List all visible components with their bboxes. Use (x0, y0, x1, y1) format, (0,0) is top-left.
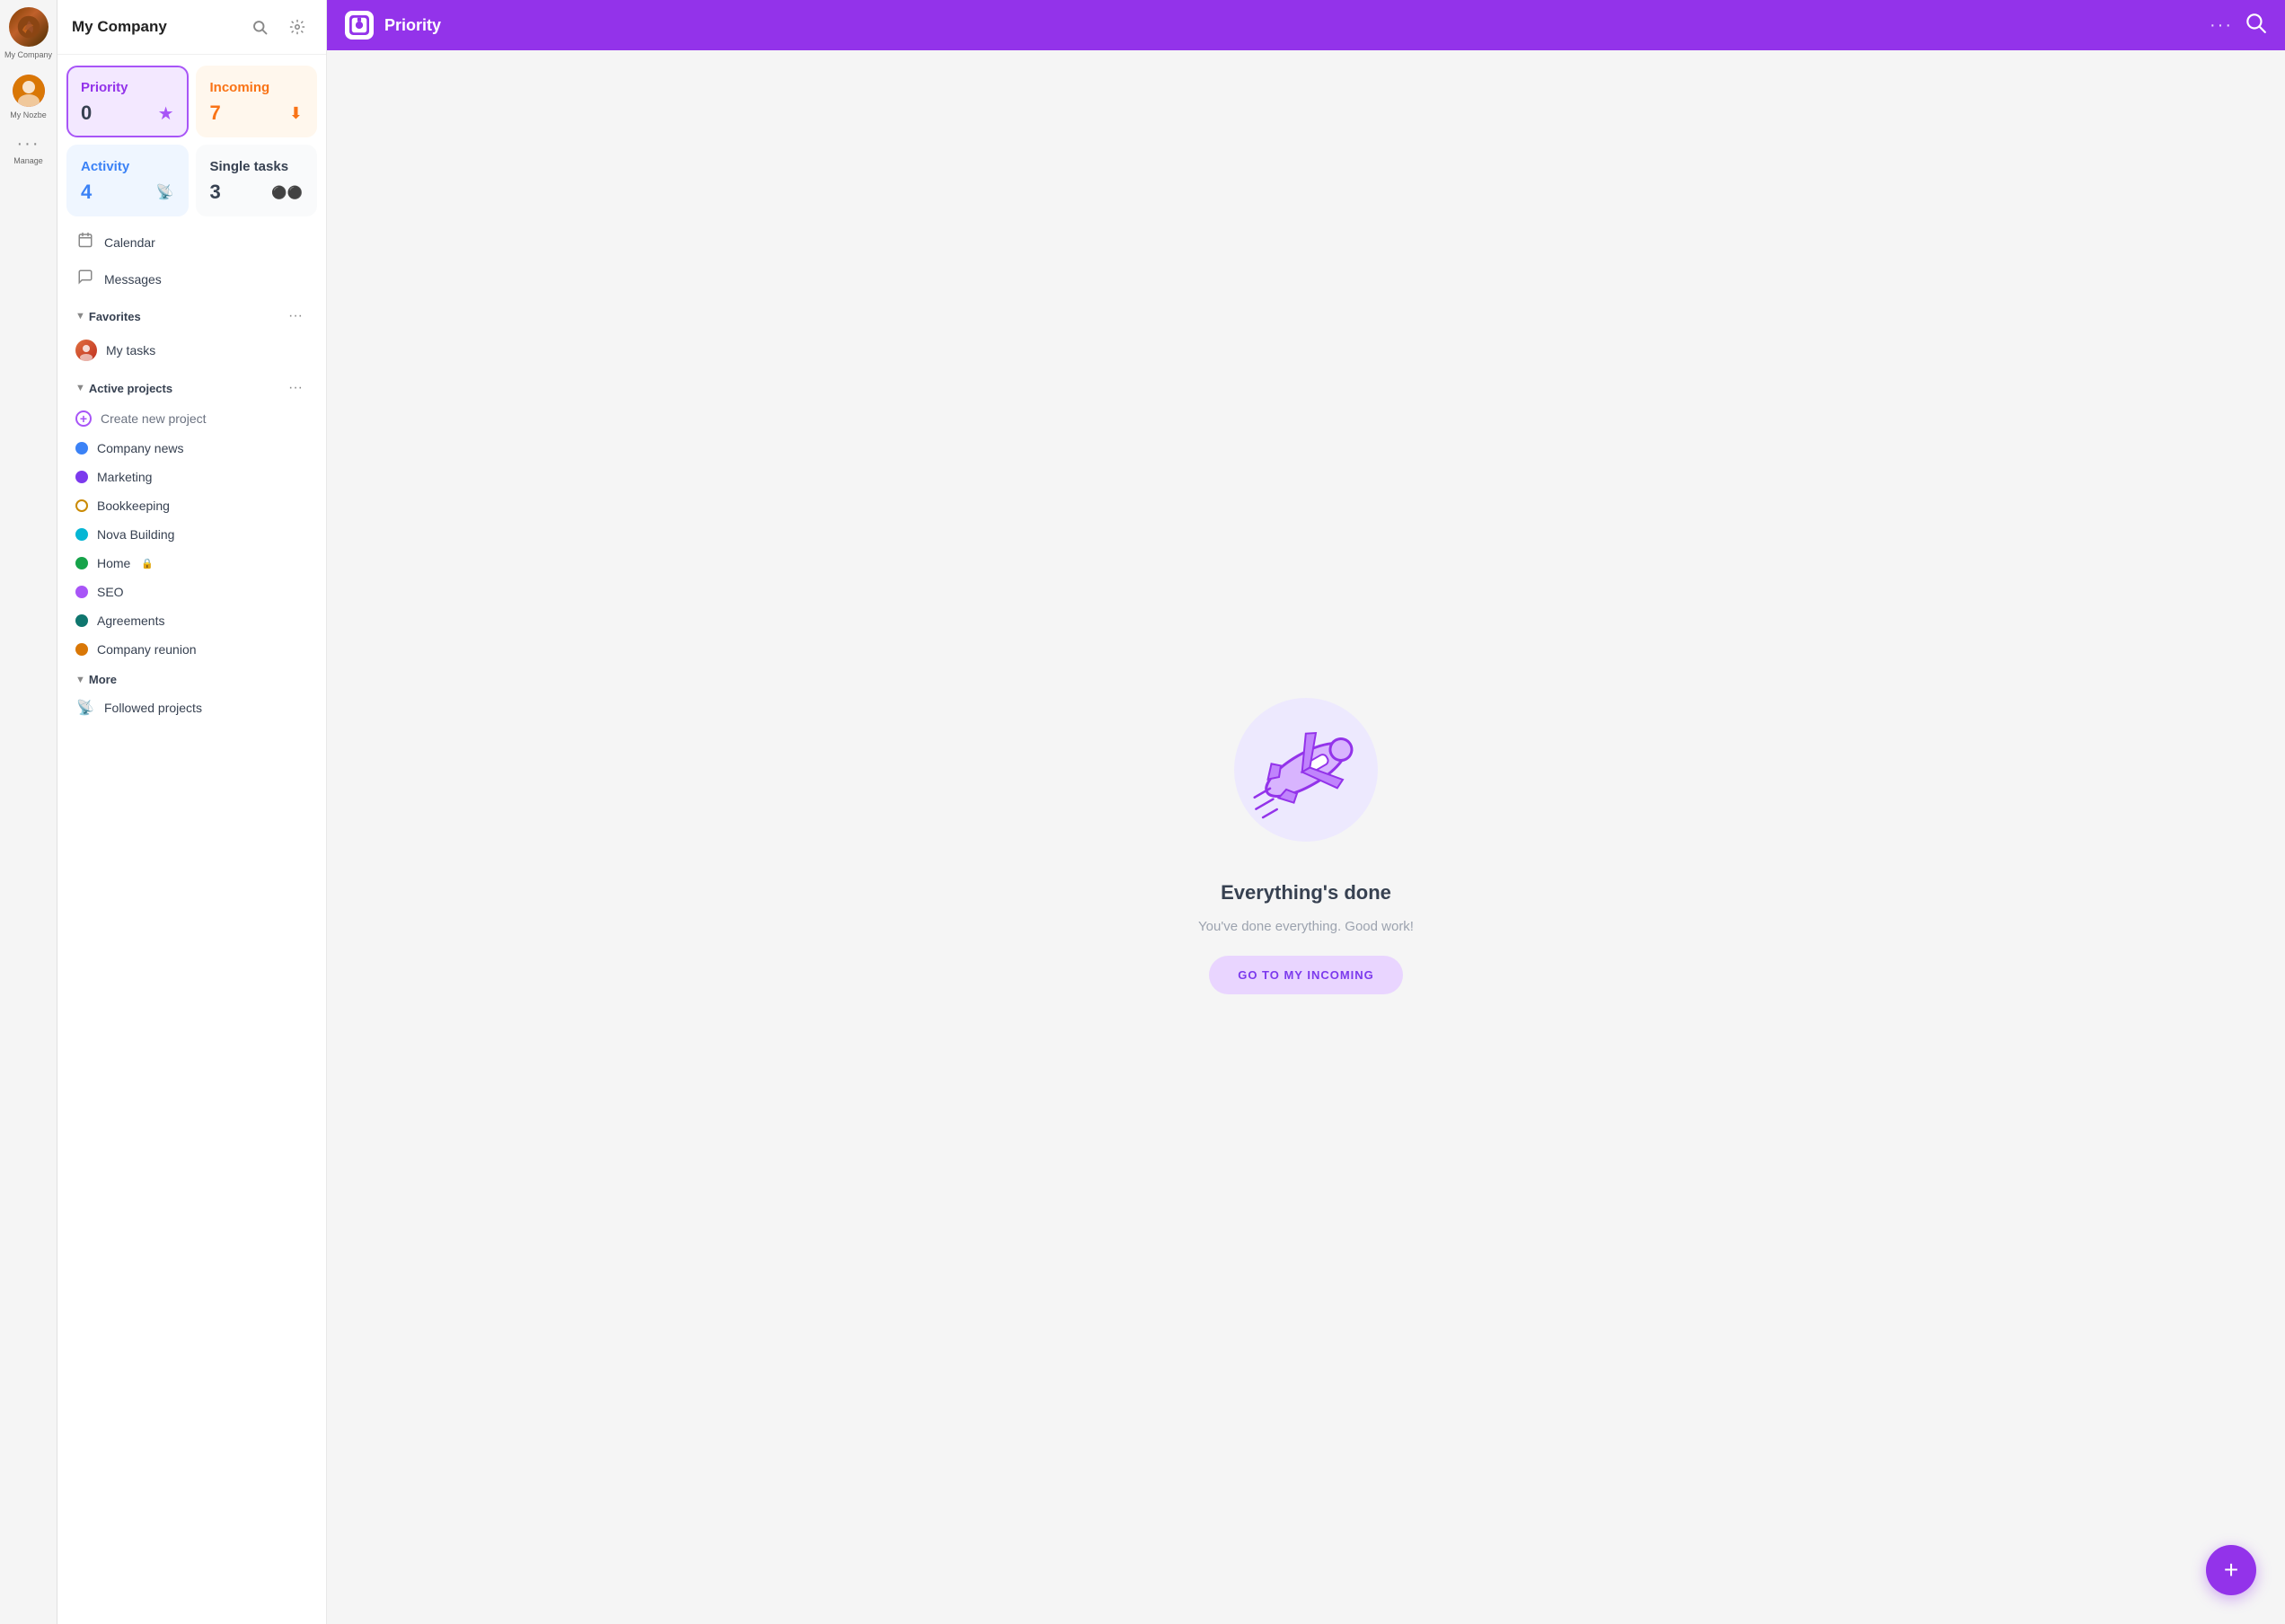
user-avatar[interactable] (13, 75, 45, 107)
search-button[interactable] (245, 13, 274, 41)
create-project-label: Create new project (101, 411, 207, 426)
active-projects-section-title: Active projects (89, 382, 279, 395)
project-label: Company reunion (97, 642, 197, 657)
project-dot (75, 528, 88, 541)
more-section-title: More (89, 673, 308, 686)
topbar-more-button[interactable]: ··· (2210, 15, 2233, 36)
project-item-marketing[interactable]: Marketing (66, 463, 317, 491)
project-label: Bookkeeping (97, 499, 170, 513)
create-project-icon: + (75, 410, 92, 427)
lock-icon: 🔒 (141, 558, 154, 569)
more-chevron-icon: ▼ (75, 675, 85, 685)
go-to-incoming-button[interactable]: GO TO MY INCOMING (1209, 956, 1403, 994)
favorites-section-header[interactable]: ▼ Favorites ··· (66, 297, 317, 331)
airplane-illustration (1225, 689, 1387, 851)
sidebar-title: My Company (72, 18, 167, 36)
nav-item-calendar[interactable]: Calendar (66, 224, 317, 260)
project-dot (75, 586, 88, 598)
company-avatar[interactable] (9, 7, 49, 47)
my-tasks-label: My tasks (106, 343, 155, 357)
project-label: Agreements (97, 613, 164, 628)
priority-card-count: 0 (81, 102, 92, 125)
project-dot (75, 614, 88, 627)
incoming-arrow-icon: ⬇ (289, 104, 303, 123)
nav-messages-label: Messages (104, 272, 162, 287)
more-section-header[interactable]: ▼ More (66, 664, 317, 692)
project-dot (75, 557, 88, 569)
company-label: My Company (4, 50, 52, 60)
settings-button[interactable] (283, 13, 312, 41)
project-label: Company news (97, 441, 184, 455)
followed-projects-icon: 📡 (75, 699, 95, 717)
project-label: Home (97, 556, 130, 570)
main-content: Priority ··· (327, 0, 2285, 1624)
sidebar-content: Priority 0 ★ Incoming 7 ⬇ Activity 4 📡 (57, 55, 326, 1624)
empty-illustration (1216, 680, 1396, 860)
activity-card-count: 4 (81, 181, 92, 204)
fab-add-button[interactable]: + (2206, 1545, 2256, 1595)
project-item-seo[interactable]: SEO (66, 578, 317, 606)
sidebar-header-actions (245, 13, 312, 41)
sidebar-item-my-tasks[interactable]: My tasks (66, 331, 317, 369)
single-tasks-card-count: 3 (210, 181, 221, 204)
project-label: Nova Building (97, 527, 174, 542)
sidebar-header: My Company (57, 0, 326, 55)
nav-item-messages[interactable]: Messages (66, 260, 317, 297)
sidebar: My Company Priority 0 (57, 0, 327, 1624)
project-label: SEO (97, 585, 124, 599)
activity-card[interactable]: Activity 4 📡 (66, 145, 189, 216)
topbar-app-icon (345, 11, 374, 40)
active-projects-section-header[interactable]: ▼ Active projects ··· (66, 369, 317, 403)
single-tasks-dots-icon: ⚫⚫ (271, 185, 303, 200)
active-projects-chevron-icon: ▼ (75, 383, 85, 393)
project-dot (75, 471, 88, 483)
favorites-more-button[interactable]: ··· (283, 306, 308, 326)
topbar-right-icon[interactable] (2244, 11, 2267, 40)
calendar-icon (75, 232, 95, 252)
manage-button[interactable]: ··· Manage (13, 134, 43, 165)
favorites-section-title: Favorites (89, 310, 279, 323)
incoming-card-count: 7 (210, 102, 221, 125)
create-new-project-item[interactable]: + Create new project (66, 403, 317, 434)
priority-star-icon: ★ (158, 102, 174, 125)
project-label: Marketing (97, 470, 152, 484)
project-dot (75, 643, 88, 656)
user-label: My Nozbe (10, 110, 47, 119)
more-item-followed-projects[interactable]: 📡 Followed projects (66, 692, 317, 724)
active-projects-more-button[interactable]: ··· (283, 378, 308, 398)
followed-projects-label: Followed projects (104, 701, 202, 715)
project-item-home[interactable]: Home 🔒 (66, 549, 317, 578)
activity-rss-icon: 📡 (156, 183, 174, 201)
project-item-company-reunion[interactable]: Company reunion (66, 635, 317, 664)
empty-state: Everything's done You've done everything… (327, 50, 2285, 1624)
project-item-bookkeeping[interactable]: Bookkeeping (66, 491, 317, 520)
project-item-nova-building[interactable]: Nova Building (66, 520, 317, 549)
activity-card-title: Activity (81, 159, 174, 174)
incoming-card[interactable]: Incoming 7 ⬇ (196, 66, 318, 137)
single-tasks-card[interactable]: Single tasks 3 ⚫⚫ (196, 145, 318, 216)
topbar-title: Priority (384, 16, 2199, 35)
project-item-agreements[interactable]: Agreements (66, 606, 317, 635)
cards-row: Priority 0 ★ Incoming 7 ⬇ (66, 66, 317, 137)
messages-icon (75, 269, 95, 289)
my-tasks-avatar (75, 340, 97, 361)
topbar: Priority ··· (327, 0, 2285, 50)
manage-label: Manage (13, 156, 43, 165)
incoming-card-title: Incoming (210, 80, 304, 95)
priority-card-title: Priority (81, 80, 174, 95)
project-item-company-news[interactable]: Company news (66, 434, 317, 463)
cards-row-2: Activity 4 📡 Single tasks 3 ⚫⚫ (66, 145, 317, 216)
empty-subtitle: You've done everything. Good work! (1198, 919, 1414, 934)
project-dot (75, 442, 88, 455)
single-tasks-card-title: Single tasks (210, 159, 304, 174)
priority-card[interactable]: Priority 0 ★ (66, 66, 189, 137)
empty-title: Everything's done (1221, 881, 1391, 905)
project-dot (75, 499, 88, 512)
nav-calendar-label: Calendar (104, 235, 155, 250)
favorites-chevron-icon: ▼ (75, 311, 85, 322)
icon-rail: My Company My Nozbe ··· Manage (0, 0, 57, 1624)
